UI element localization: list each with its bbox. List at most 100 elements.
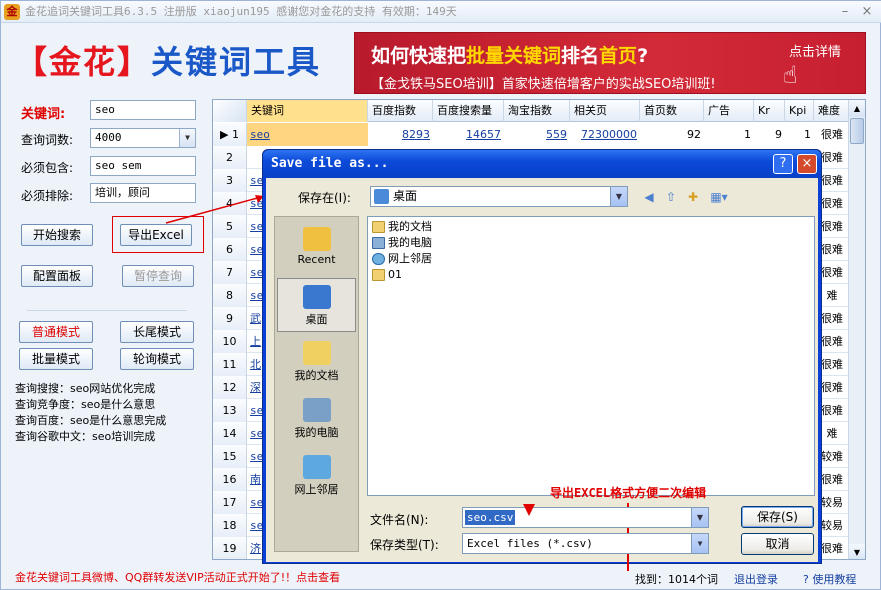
cell-kr: 9	[754, 123, 785, 146]
cell-taobao-index[interactable]: 559	[504, 123, 570, 146]
list-item[interactable]: 网上邻居	[372, 251, 432, 267]
place-network[interactable]: 网上邻居	[277, 449, 356, 503]
chevron-down-icon[interactable]: ▼	[691, 508, 708, 527]
app-logo-icon: 金	[4, 4, 20, 20]
chevron-down-icon[interactable]: ▼	[610, 187, 627, 206]
up-folder-icon[interactable]: ⇧	[662, 189, 680, 205]
cell-baidu-search[interactable]: 14657	[433, 123, 504, 146]
filename-input[interactable]: seo.csv ▼	[462, 507, 709, 528]
col-taobao-index[interactable]: 淘宝指数	[504, 100, 570, 122]
filetype-label: 保存类型(T):	[370, 538, 439, 552]
computer-icon	[302, 398, 331, 422]
col-kr[interactable]: Kr	[754, 100, 785, 122]
file-list: 我的文档 我的电脑 网上邻居 01 导出EXCEL格式方便二次编辑	[367, 216, 815, 571]
table-row[interactable]: ▶ 1 seo 8293 14657 559 72300000 92 1 9 1…	[213, 123, 865, 146]
row-number: 3	[213, 169, 247, 192]
dialog-title: Save file as...	[263, 150, 821, 178]
cell-difficulty: 很难	[814, 123, 850, 146]
col-difficulty[interactable]: 难度	[814, 100, 850, 122]
scroll-up-icon[interactable]: ▲	[849, 100, 865, 117]
row-number: 11	[213, 353, 247, 376]
cell-baidu-index[interactable]: 8293	[368, 123, 433, 146]
recent-folder-icon	[302, 227, 331, 251]
cell-related-pages[interactable]: 72300000	[570, 123, 640, 146]
logout-link[interactable]: 退出登录	[734, 571, 778, 587]
folder-icon	[372, 269, 385, 281]
arrow-head-icon	[523, 504, 535, 516]
list-item[interactable]: 01	[372, 267, 402, 283]
filetype-select[interactable]: Excel files (*.csv) ▼	[462, 533, 709, 554]
pause-query-button[interactable]: 暂停查询	[122, 265, 194, 287]
save-file-dialog: Save file as... ? × 保存在(I): 桌面 ▼ ◀ ⇧ ✚ ▦▾…	[262, 149, 822, 571]
keyword-label: 关键词:	[21, 107, 66, 122]
row-number: 12	[213, 376, 247, 399]
dialog-close-button[interactable]: ×	[797, 154, 817, 174]
col-related-pages[interactable]: 相关页	[570, 100, 640, 122]
table-scrollbar[interactable]: ▲ ▼	[848, 100, 865, 559]
col-ads[interactable]: 广告	[704, 100, 754, 122]
row-number: 14	[213, 422, 247, 445]
place-recent[interactable]: Recent	[277, 221, 356, 275]
network-icon	[302, 455, 331, 479]
place-my-documents[interactable]: 我的文档	[277, 335, 356, 389]
dialog-cancel-button[interactable]: 取消	[741, 533, 814, 555]
col-baidu-search[interactable]: 百度搜索量	[433, 100, 504, 122]
cell-ads: 1	[704, 123, 754, 146]
row-number: 15	[213, 445, 247, 468]
scroll-thumb[interactable]	[850, 118, 864, 144]
keyword-input[interactable]: seo	[90, 100, 196, 120]
close-button[interactable]: ×	[859, 4, 875, 20]
banner-detail-link[interactable]: 点击详情	[789, 41, 841, 60]
col-keyword[interactable]: 关键词	[247, 100, 368, 122]
log-line: 查询百度：seo是什么意思完成	[15, 414, 167, 427]
exclude-label: 必须排除:	[21, 189, 74, 203]
normal-mode-button[interactable]: 普通模式	[19, 321, 93, 343]
dialog-save-button[interactable]: 保存(S)	[741, 506, 814, 528]
col-kpi[interactable]: Kpi	[785, 100, 814, 122]
view-menu-icon[interactable]: ▦▾	[706, 189, 732, 205]
corner-cell	[213, 100, 247, 122]
place-desktop[interactable]: 桌面	[277, 278, 356, 332]
help-link[interactable]: ? 使用教程	[803, 571, 856, 587]
row-number: 7	[213, 261, 247, 284]
chevron-down-icon[interactable]: ▼	[691, 534, 708, 553]
log-line: 查询搜搜：seo网站优化完成	[15, 382, 156, 395]
documents-folder-icon	[302, 341, 331, 365]
log-line: 查询竞争度：seo是什么意思	[15, 398, 156, 411]
count-select[interactable]: 4000 ▼	[90, 128, 196, 148]
query-log: 查询搜搜：seo网站优化完成 查询竞争度：seo是什么意思 查询百度：seo是什…	[15, 381, 166, 445]
include-input[interactable]: seo sem	[90, 156, 196, 176]
start-search-button[interactable]: 开始搜索	[21, 224, 93, 246]
row-number: 10	[213, 330, 247, 353]
new-folder-icon[interactable]: ✚	[684, 189, 702, 205]
places-bar: Recent 桌面 我的文档 我的电脑 网上邻居	[274, 216, 359, 552]
dialog-body: 保存在(I): 桌面 ▼ ◀ ⇧ ✚ ▦▾ Recent 桌面 我的文档 我的电脑…	[266, 178, 818, 571]
dialog-help-button[interactable]: ?	[773, 154, 793, 174]
col-baidu-index[interactable]: 百度指数	[368, 100, 433, 122]
poll-mode-button[interactable]: 轮询模式	[120, 348, 194, 370]
config-panel-button[interactable]: 配置面板	[21, 265, 93, 287]
promo-link[interactable]: 金花关键词工具微博、QQ群转发送VIP活动正式开始了!！点击查看	[15, 569, 340, 585]
folder-icon	[372, 221, 385, 233]
chevron-down-icon[interactable]: ▼	[179, 129, 195, 147]
cell-home-count: 92	[640, 123, 704, 146]
desktop-icon	[302, 285, 331, 309]
minimize-button[interactable]: –	[837, 4, 853, 20]
row-number: 9	[213, 307, 247, 330]
cell-keyword[interactable]: seo	[247, 123, 368, 146]
list-item[interactable]: 我的文档	[372, 219, 432, 235]
batch-mode-button[interactable]: 批量模式	[19, 348, 93, 370]
pointer-hand-icon: ☝	[783, 61, 798, 89]
row-number: 16	[213, 468, 247, 491]
longtail-mode-button[interactable]: 长尾模式	[120, 321, 194, 343]
row-number: 6	[213, 238, 247, 261]
ad-banner[interactable]: 如何快速把批量关键词排名首页? 【金戈铁马SEO培训】首家快速倍增客户的实战SE…	[354, 32, 866, 94]
network-icon	[372, 253, 385, 265]
save-in-select[interactable]: 桌面 ▼	[370, 186, 628, 207]
row-number: 17	[213, 491, 247, 514]
place-my-computer[interactable]: 我的电脑	[277, 392, 356, 446]
back-icon[interactable]: ◀	[640, 189, 658, 205]
list-item[interactable]: 我的电脑	[372, 235, 432, 251]
scroll-down-icon[interactable]: ▼	[849, 544, 865, 559]
col-home-count[interactable]: 首页数	[640, 100, 704, 122]
